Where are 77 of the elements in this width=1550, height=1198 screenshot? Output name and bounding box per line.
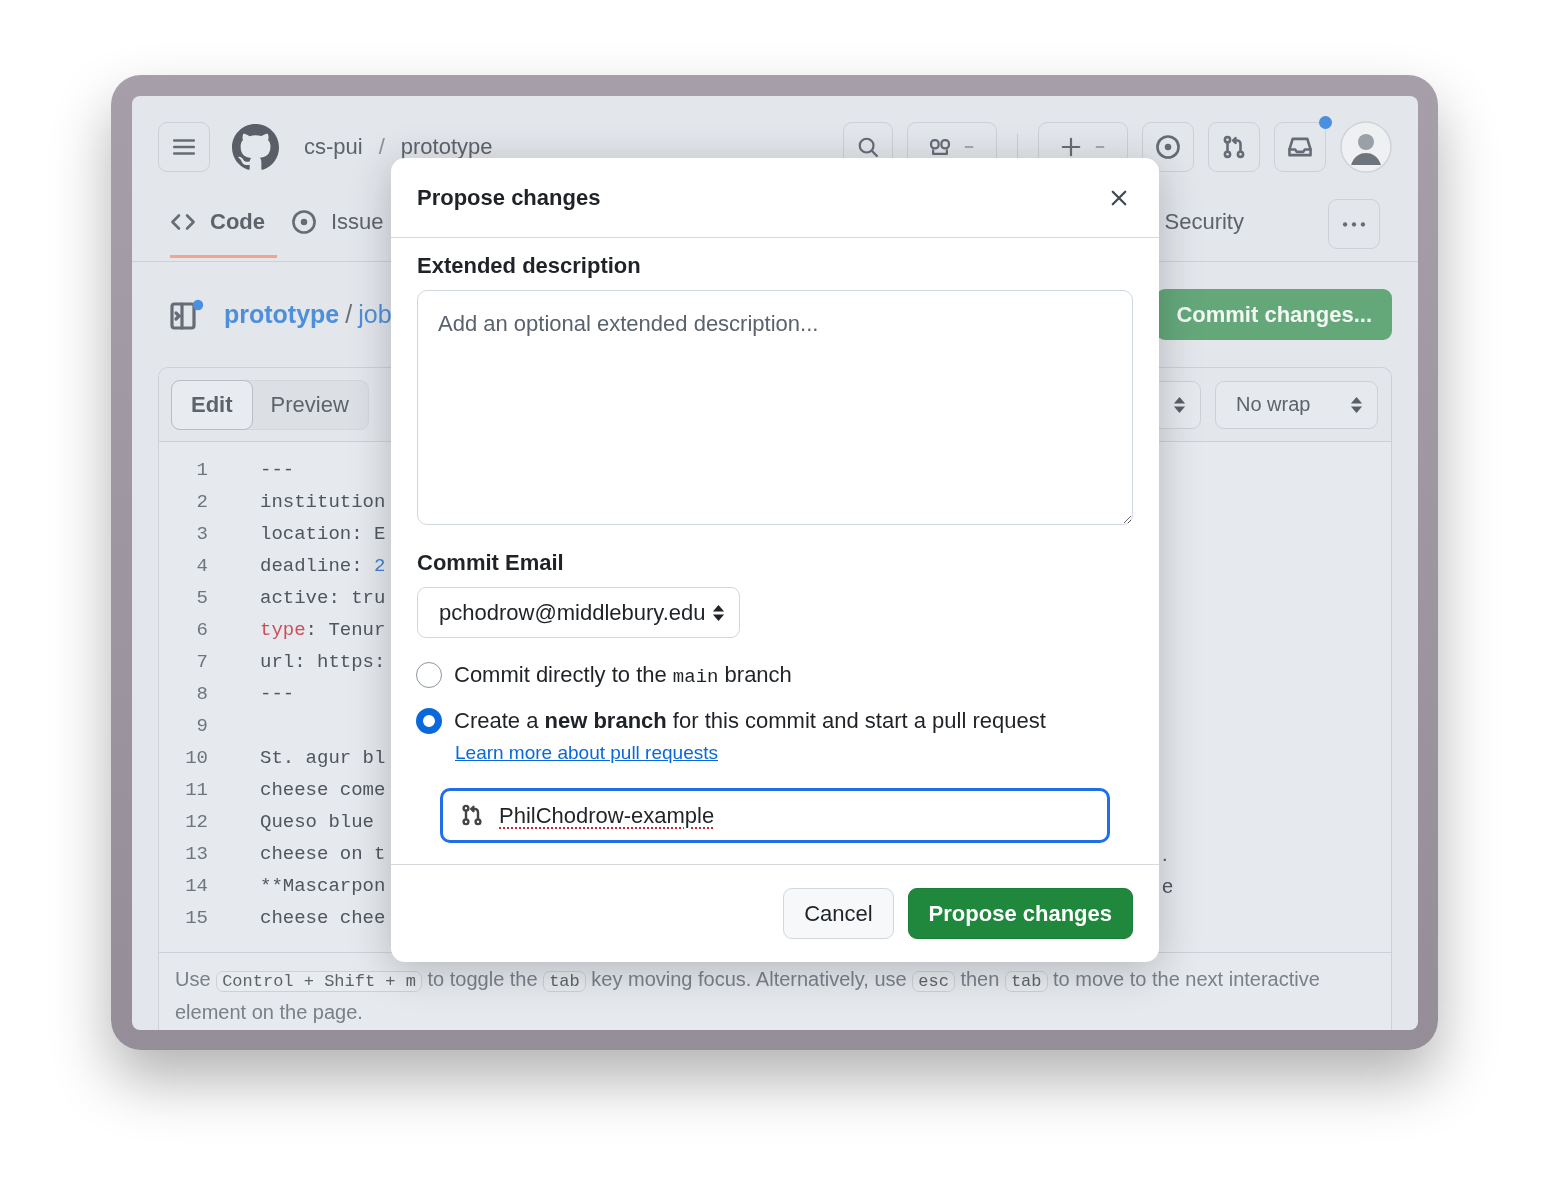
code-line: cheese chee <box>260 907 386 929</box>
mode-tab[interactable]: Edit <box>171 379 253 430</box>
code-line: e <box>1162 874 1175 899</box>
mode-tab[interactable]: Preview <box>250 379 369 430</box>
line-number: 10 <box>184 746 208 771</box>
nav-tab[interactable]: Code <box>170 199 277 258</box>
code-line: institution <box>260 491 386 513</box>
more-icon <box>1342 221 1366 227</box>
wrap-select[interactable]: No wrap <box>1215 380 1378 429</box>
commit-button[interactable]: Commit changes... <box>1156 289 1392 340</box>
pull-requests-button[interactable] <box>1208 122 1260 172</box>
avatar-button[interactable] <box>1340 121 1392 173</box>
code-line: cheese come <box>260 779 386 801</box>
field-label: Extended description <box>417 252 642 280</box>
path-separator: / <box>378 134 385 160</box>
code-line: type: Tenur <box>260 619 386 641</box>
line-number: 5 <box>195 586 208 611</box>
dialog-title: Propose changes <box>417 184 601 211</box>
plus-icon <box>1060 136 1082 158</box>
line-number: 3 <box>195 522 208 547</box>
code-line: active: tru <box>260 587 386 609</box>
line-number: 15 <box>184 906 208 931</box>
avatar-icon <box>1340 121 1392 173</box>
code-line: . <box>1162 842 1169 867</box>
inbox-button[interactable] <box>1274 122 1326 172</box>
code-line: cheese on t <box>260 843 386 865</box>
menu-button[interactable] <box>158 122 210 172</box>
field-label: Commit Email <box>417 549 565 577</box>
branch-name-field[interactable]: PhilChodrow-example <box>440 788 1110 843</box>
line-number: 12 <box>184 810 208 835</box>
nav-tab[interactable]: Issue <box>291 199 396 258</box>
line-number: 7 <box>195 650 208 675</box>
line-number: 1 <box>195 458 208 483</box>
radio-button[interactable] <box>416 708 442 734</box>
line-number: 13 <box>184 842 208 867</box>
issue-icon <box>1155 134 1181 160</box>
sidebar-toggle-icon <box>170 298 204 331</box>
line-number: 14 <box>184 874 208 899</box>
option-label: Commit directly to the main branch <box>454 662 792 688</box>
repo-link[interactable]: prototype <box>224 300 340 329</box>
code-line: Queso blue <box>260 811 375 833</box>
learn-more-link[interactable]: Learn more about pull requests <box>455 742 718 764</box>
line-number: 4 <box>195 554 208 579</box>
line-number: 8 <box>195 682 208 707</box>
email-select[interactable]: pchodrow@middlebury.edu <box>417 587 740 638</box>
code-line: location: E <box>260 523 386 545</box>
sort-arrows-icon <box>1173 396 1186 413</box>
description-field[interactable]: Add an optional extended description... <box>417 290 1133 525</box>
logo-icon <box>232 123 279 171</box>
path-separator: / <box>345 300 353 329</box>
search-icon <box>857 136 879 158</box>
nav-tab[interactable]: Security <box>1164 199 1256 258</box>
notification-dot <box>1319 116 1332 129</box>
branch-icon <box>460 803 484 827</box>
cancel-button[interactable]: Cancel <box>783 888 894 939</box>
issues-button[interactable] <box>1142 122 1194 172</box>
code-line: **Mascarpon <box>260 875 386 897</box>
code-line: url: https: <box>260 651 386 673</box>
sort-arrows-icon <box>1350 396 1363 413</box>
goggles-icon <box>929 136 951 158</box>
pull-request-icon <box>1221 134 1247 160</box>
propose-button[interactable]: Propose changes <box>907 888 1133 939</box>
radio-button[interactable] <box>416 662 442 688</box>
line-number: 9 <box>195 714 208 739</box>
repo-link[interactable]: prototype <box>400 134 493 160</box>
owner-link[interactable]: cs-pui <box>304 134 363 160</box>
code-line: St. agur bl <box>260 747 386 769</box>
line-number: 11 <box>184 778 208 803</box>
line-number: 2 <box>195 490 208 515</box>
code-line: deadline: 2 <box>260 555 386 577</box>
issue-icon <box>291 209 317 235</box>
code-line: --- <box>260 459 295 481</box>
code-line: --- <box>260 683 295 705</box>
option-label: Create a new branch for this commit and start a pull request <box>454 708 1046 734</box>
sort-arrows-icon <box>711 604 725 621</box>
line-number: 6 <box>195 618 208 643</box>
file-name: job <box>358 300 392 329</box>
